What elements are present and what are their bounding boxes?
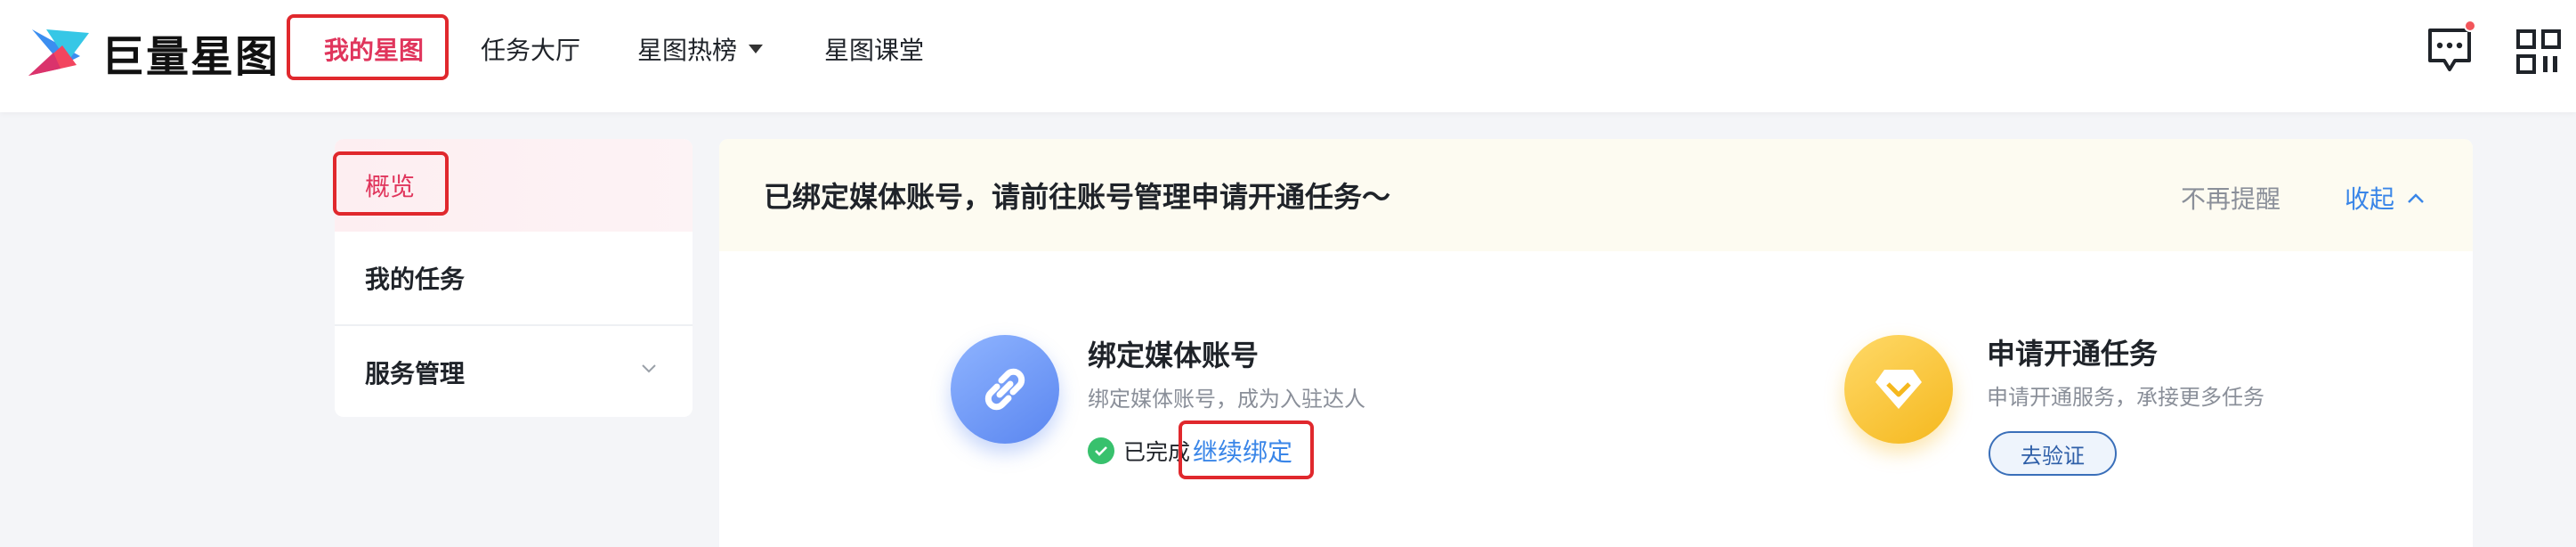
step-title: 申请开通任务 <box>1987 337 2159 371</box>
nav-xingtu-class[interactable]: 星图课堂 <box>824 14 924 84</box>
qr-code-icon[interactable] <box>2515 27 2562 77</box>
chevron-up-icon <box>2408 193 2424 203</box>
sidebar-item-label: 我的任务 <box>365 265 466 294</box>
nav-hot-ranking[interactable]: 星图热榜 <box>637 14 764 84</box>
message-icon[interactable] <box>2426 25 2473 75</box>
check-circle-icon <box>1088 437 1114 464</box>
dont-remind-button[interactable]: 不再提醒 <box>2181 180 2280 216</box>
highlight-box-continue <box>1179 420 1314 479</box>
caret-down-icon <box>749 45 764 53</box>
diamond-icon <box>1844 335 1953 444</box>
sidebar-item-my-tasks[interactable]: 我的任务 <box>335 232 693 324</box>
nav-task-hall[interactable]: 任务大厅 <box>481 14 580 84</box>
logo[interactable]: 巨量星图 <box>27 21 279 84</box>
sidebar-item-label: 服务管理 <box>365 359 466 388</box>
step-title: 绑定媒体账号 <box>1088 339 1260 372</box>
diamond-glyph-icon <box>1875 370 1922 409</box>
step-description: 绑定媒体账号，成为入驻达人 <box>1088 387 1365 412</box>
logo-mark-icon <box>28 29 89 76</box>
link-icon <box>951 335 1059 444</box>
notice-banner: 已绑定媒体账号，请前往账号管理申请开通任务～ 不再提醒 收起 <box>719 139 2473 251</box>
logo-text: 巨量星图 <box>101 32 280 82</box>
sidebar-item-service-management[interactable]: 服务管理 <box>335 326 693 417</box>
banner-message: 已绑定媒体账号，请前往账号管理申请开通任务～ <box>764 180 1391 214</box>
highlight-box-overview <box>333 151 449 216</box>
chevron-down-icon <box>642 364 656 373</box>
top-header: 巨量星图 我的星图 任务大厅 星图热榜 星图课堂 <box>0 0 2576 112</box>
link-glyph-icon <box>984 368 1025 411</box>
nav-hot-ranking-label: 星图热榜 <box>637 36 738 65</box>
verify-button[interactable]: 去验证 <box>1989 431 2117 476</box>
collapse-button[interactable]: 收起 <box>2345 180 2425 216</box>
highlight-box-nav <box>287 14 449 80</box>
step-description: 申请开通服务，承接更多任务 <box>1987 385 2264 410</box>
notification-dot <box>2464 20 2476 32</box>
collapse-label: 收起 <box>2345 184 2395 214</box>
main-panel: 已绑定媒体账号，请前往账号管理申请开通任务～ 不再提醒 收起 绑定媒体账号 绑定… <box>719 139 2473 547</box>
status-completed: 已完成 <box>1088 435 1190 467</box>
